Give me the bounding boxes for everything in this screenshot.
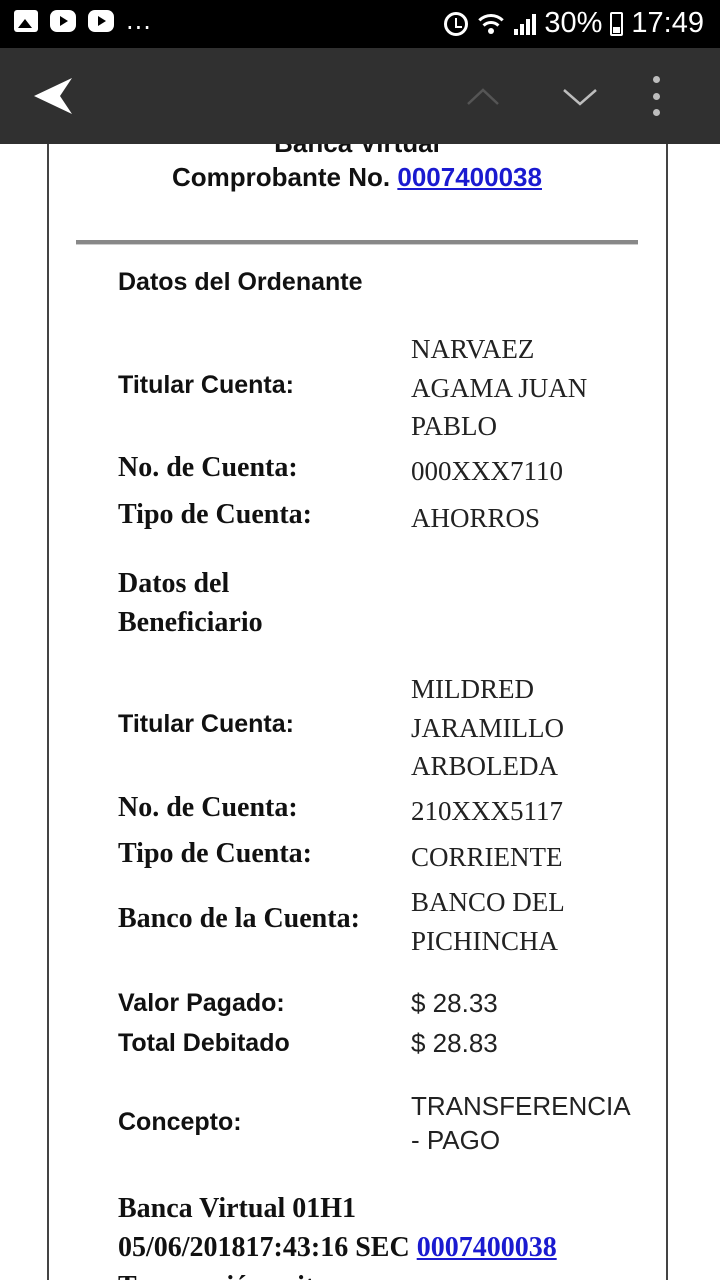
cuenta-label: No. de Cuenta: [118, 452, 298, 483]
gallery-icon [14, 10, 38, 32]
tipo-label: Tipo de Cuenta: [118, 499, 312, 530]
total-value: $ 28.83 [411, 1028, 498, 1058]
concepto-label: Concepto: [118, 1108, 242, 1136]
comprobante-number-link[interactable]: 0007400038 [397, 162, 542, 192]
tipo-value: CORRIENTE [411, 842, 563, 872]
cuenta-value: 210XXX5117 [411, 796, 563, 826]
signal-icon [514, 13, 537, 35]
sec-number-link[interactable]: 0007400038 [417, 1232, 557, 1263]
valor-label: Valor Pagado: [118, 989, 285, 1017]
notification-icons: ... [14, 7, 152, 35]
overflow-menu-icon[interactable] [645, 76, 667, 116]
section-heading-beneficiario: Datos del Beneficiario [118, 568, 263, 638]
bank-title: Banca Virtual [0, 144, 714, 159]
tipo-value: AHORROS [411, 503, 541, 533]
chevron-up-icon[interactable] [466, 82, 500, 112]
clock: 17:49 [631, 7, 704, 39]
titular-value: MILDRED JARAMILLO ARBOLEDA [411, 674, 564, 781]
frame-border-right [666, 144, 668, 1280]
youtube-icon [88, 10, 114, 32]
back-arrow-icon[interactable] [34, 76, 78, 116]
footer-text: Banca Virtual 01H1 05/06/201817:43:16 SE… [118, 1193, 557, 1280]
cuenta-value: 000XXX7110 [411, 456, 563, 486]
total-label: Total Debitado [118, 1029, 290, 1057]
battery-percent: 30% [544, 7, 603, 39]
comprobante-label: Comprobante No. [172, 162, 391, 192]
chevron-down-icon[interactable] [562, 82, 598, 112]
titular-value: NARVAEZ AGAMA JUAN PABLO [411, 334, 588, 441]
wifi-icon [476, 12, 507, 36]
valor-value: $ 28.33 [411, 988, 498, 1018]
more-notifications-icon: ... [126, 7, 152, 35]
cuenta-label: No. de Cuenta: [118, 792, 298, 823]
receipt-document: Banca Virtual Comprobante No. 0007400038… [0, 144, 720, 1280]
app-toolbar [0, 48, 720, 144]
status-bar: ... 30% 17:49 [0, 0, 720, 48]
battery-icon [610, 11, 624, 36]
system-indicators: 30% 17:49 [444, 7, 704, 40]
comprobante-line: Comprobante No. 0007400038 [0, 162, 714, 193]
youtube-icon [50, 10, 76, 32]
section-heading-ordenante: Datos del Ordenante [118, 268, 363, 296]
alarm-icon [444, 11, 469, 36]
tipo-label: Tipo de Cuenta: [118, 838, 312, 869]
banco-value: BANCO DEL PICHINCHA [411, 887, 565, 956]
divider [76, 240, 638, 245]
concepto-value: TRANSFERENCIA - PAGO [411, 1091, 631, 1155]
titular-label: Titular Cuenta: [118, 710, 294, 738]
banco-label: Banco de la Cuenta: [118, 903, 360, 934]
titular-label: Titular Cuenta: [118, 371, 294, 399]
frame-border-left [47, 144, 49, 1280]
